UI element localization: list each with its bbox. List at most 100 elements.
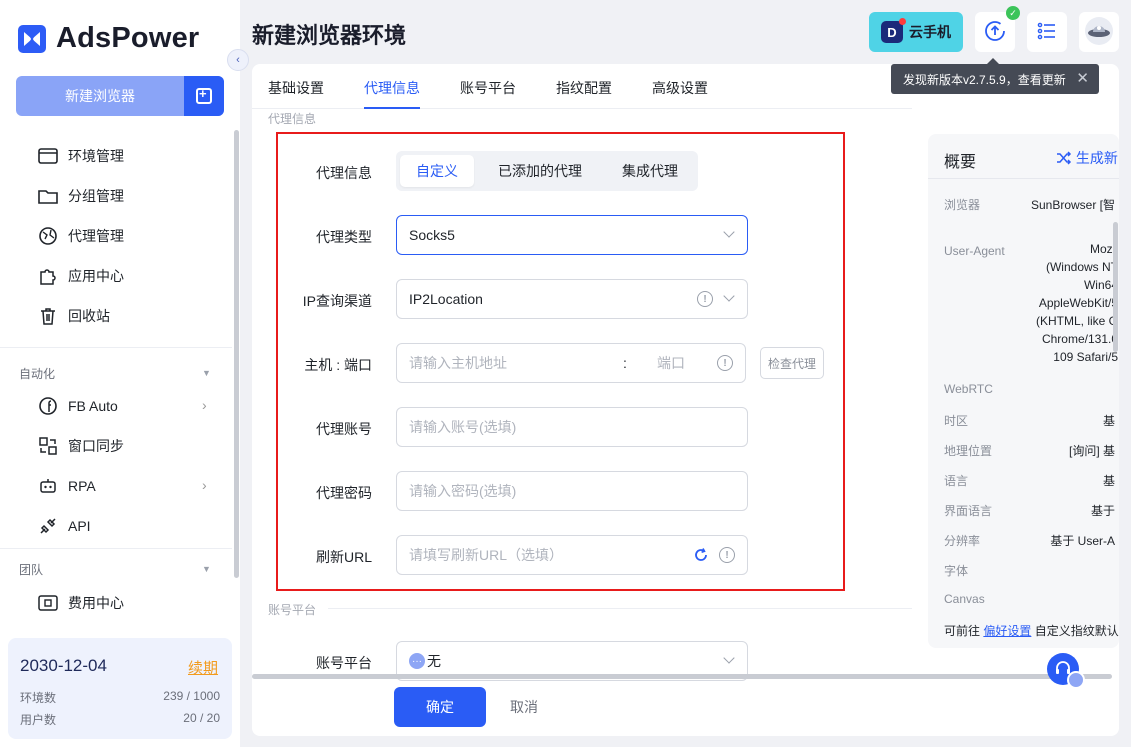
proxy-password-placeholder: 请输入密码(选填) bbox=[409, 483, 517, 499]
sidebar-divider bbox=[0, 347, 232, 348]
main-panel: 基础设置 代理信息 账号平台 指纹配置 高级设置 代理信息 代理信息 自定义 已… bbox=[252, 64, 1119, 736]
team-group-title[interactable]: 团队 bbox=[19, 561, 43, 578]
expiry-date: 2030-12-04 bbox=[20, 656, 107, 675]
shuffle-icon bbox=[1056, 150, 1072, 166]
ip-channel-select[interactable]: IP2Location ! bbox=[396, 279, 748, 319]
tab-proxy[interactable]: 代理信息 bbox=[364, 78, 420, 98]
tab-basic[interactable]: 基础设置 bbox=[268, 78, 324, 98]
port-input[interactable]: 端口 bbox=[657, 353, 685, 373]
chevron-right-icon[interactable]: › bbox=[202, 477, 207, 493]
update-tooltip-text[interactable]: 发现新版本v2.7.5.9，查看更新 bbox=[903, 71, 1066, 88]
upload-icon bbox=[984, 20, 1006, 45]
info-icon[interactable]: ! bbox=[697, 291, 713, 307]
caret-down-icon[interactable]: ▼ bbox=[202, 564, 211, 574]
app-logo[interactable]: AdsPower bbox=[18, 22, 199, 55]
generate-fingerprint-button[interactable]: 生成新 bbox=[1056, 148, 1118, 168]
sidebar-item-label: 环境管理 bbox=[68, 148, 124, 164]
ip-channel-value: IP2Location bbox=[409, 291, 483, 307]
summary-divider bbox=[928, 178, 1119, 179]
sidebar-item-trash[interactable]: 回收站 bbox=[38, 304, 110, 328]
puzzle-icon bbox=[38, 266, 58, 286]
check-proxy-button[interactable]: 检查代理 bbox=[760, 347, 824, 379]
proxy-source-integrated[interactable]: 集成代理 bbox=[606, 155, 694, 187]
proxy-password-input[interactable]: 请输入密码(选填) bbox=[396, 471, 748, 511]
preferences-link[interactable]: 偏好设置 bbox=[983, 624, 1031, 638]
chevron-down-icon[interactable] bbox=[723, 290, 735, 302]
proxy-account-placeholder: 请输入账号(选填) bbox=[409, 419, 517, 435]
proxy-source-custom[interactable]: 自定义 bbox=[400, 155, 474, 187]
tab-advanced[interactable]: 高级设置 bbox=[652, 78, 708, 98]
summary-key: 浏览器 bbox=[944, 198, 981, 212]
sidebar-item-proxy[interactable]: 代理管理 bbox=[38, 224, 124, 248]
summary-scrollbar[interactable] bbox=[1113, 222, 1118, 352]
ua-line: (KHTML, like G bbox=[1035, 314, 1118, 328]
renew-link[interactable]: 续期 bbox=[188, 657, 218, 678]
sidebar-item-api[interactable]: API bbox=[38, 514, 91, 538]
info-icon[interactable]: ! bbox=[719, 547, 735, 563]
ua-line: 109 Safari/5 bbox=[1053, 350, 1118, 364]
summary-footer-prefix: 可前往 bbox=[944, 624, 981, 638]
trash-icon bbox=[38, 306, 58, 326]
customer-support-button[interactable] bbox=[1047, 653, 1085, 689]
sidebar-item-env[interactable]: 环境管理 bbox=[38, 144, 124, 168]
ua-line: AppleWebKit/5 bbox=[1038, 296, 1118, 310]
horizontal-scrollbar[interactable] bbox=[252, 674, 1112, 679]
sidebar-item-label: API bbox=[68, 518, 91, 534]
tab-platform[interactable]: 账号平台 bbox=[460, 78, 516, 98]
check-icon: ✓ bbox=[1006, 6, 1020, 20]
proxy-type-select[interactable]: Socks5 bbox=[396, 215, 748, 255]
sidebar-item-rpa[interactable]: RPA bbox=[38, 474, 96, 498]
proxy-type-label: 代理类型 bbox=[316, 229, 372, 245]
caret-down-icon[interactable]: ▼ bbox=[202, 368, 211, 378]
sidebar-scrollbar[interactable] bbox=[234, 130, 239, 578]
summary-panel: 概要 生成新 浏览器 SunBrowser [智 User-Agent Mozi… bbox=[928, 134, 1119, 648]
proxy-source-segmented: 自定义 已添加的代理 集成代理 bbox=[396, 151, 698, 191]
ua-line: Mozil bbox=[1089, 242, 1118, 256]
sidebar-item-fb-auto[interactable]: FB Auto bbox=[38, 394, 118, 418]
summary-key: Canvas bbox=[944, 592, 985, 606]
brand-name: AdsPower bbox=[56, 22, 200, 54]
refresh-icon[interactable] bbox=[693, 547, 709, 563]
sidebar-divider bbox=[0, 548, 232, 549]
close-icon[interactable]: ✕ bbox=[1076, 69, 1089, 87]
ua-line: Win64 bbox=[1083, 278, 1118, 292]
tab-fingerprint[interactable]: 指纹配置 bbox=[556, 78, 612, 98]
avatar[interactable] bbox=[1079, 12, 1119, 52]
new-browser-plus-icon[interactable] bbox=[184, 76, 224, 116]
plug-icon bbox=[38, 516, 58, 536]
generate-label: 生成新 bbox=[1075, 150, 1118, 166]
new-browser-button[interactable]: 新建浏览器 bbox=[16, 76, 224, 116]
summary-value: [询问] 基 bbox=[1068, 444, 1115, 458]
platform-label: 账号平台 bbox=[316, 655, 372, 671]
summary-key: 语言 bbox=[944, 474, 969, 488]
summary-key: 字体 bbox=[944, 564, 969, 578]
platform-section-title: 账号平台 bbox=[268, 603, 317, 617]
task-list-button[interactable] bbox=[1027, 12, 1067, 52]
collapse-sidebar-icon[interactable]: ‹ bbox=[227, 49, 249, 71]
cancel-button[interactable]: 取消 bbox=[510, 697, 538, 717]
sidebar-item-billing[interactable]: 费用中心 bbox=[38, 591, 124, 615]
sidebar-item-label: 代理管理 bbox=[68, 228, 124, 244]
summary-footer: 可前往 偏好设置 自定义指纹默认 bbox=[944, 622, 1119, 639]
confirm-button[interactable]: 确定 bbox=[394, 687, 486, 727]
chevron-down-icon[interactable] bbox=[723, 226, 735, 238]
proxy-source-saved[interactable]: 已添加的代理 bbox=[488, 155, 592, 187]
sidebar-item-apps[interactable]: 应用中心 bbox=[38, 264, 124, 288]
chevron-right-icon[interactable]: › bbox=[202, 397, 207, 413]
host-port-field: 请输入主机地址 : 端口 ! bbox=[396, 343, 746, 383]
new-browser-label[interactable]: 新建浏览器 bbox=[16, 76, 184, 116]
cloud-phone-icon: D bbox=[881, 18, 906, 43]
sidebar-item-label: 回收站 bbox=[68, 308, 110, 324]
ua-line: Chrome/131.0 bbox=[1041, 332, 1118, 346]
proxy-account-input[interactable]: 请输入账号(选填) bbox=[396, 407, 748, 447]
update-tooltip[interactable]: 发现新版本v2.7.5.9，查看更新 ✕ bbox=[891, 58, 1099, 94]
refresh-url-input[interactable]: 请填写刷新URL（选填） ! bbox=[396, 535, 748, 575]
sidebar-item-window-sync[interactable]: 窗口同步 bbox=[38, 434, 124, 458]
info-icon[interactable]: ! bbox=[717, 355, 733, 371]
chevron-down-icon[interactable] bbox=[723, 652, 735, 664]
sidebar-item-groups[interactable]: 分组管理 bbox=[38, 184, 124, 208]
automation-group-title[interactable]: 自动化 bbox=[19, 365, 55, 382]
host-input[interactable]: 请输入主机地址 bbox=[409, 353, 623, 373]
cloud-phone-button[interactable]: D 云手机 bbox=[869, 12, 963, 52]
globe-icon bbox=[38, 226, 58, 246]
